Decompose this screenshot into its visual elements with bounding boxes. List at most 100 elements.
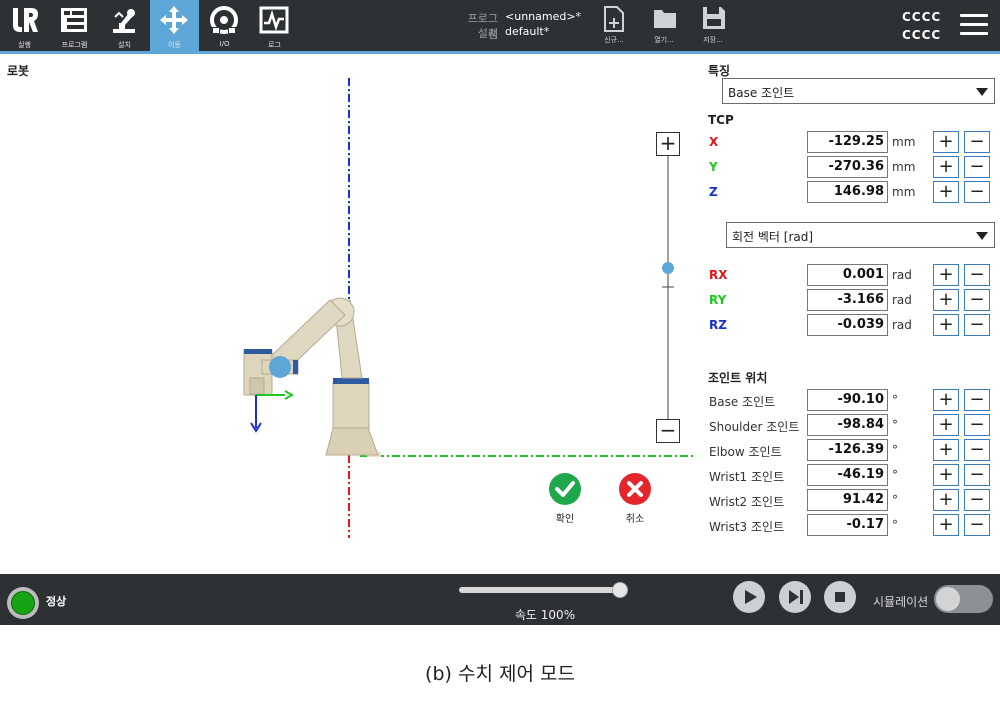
stop-button[interactable] <box>824 581 856 613</box>
installation-name: default* <box>505 25 550 38</box>
joint-label: Wrist1 조인트 <box>709 470 785 484</box>
tab-label: 로그 <box>268 41 281 49</box>
axis-label: Z <box>709 185 718 199</box>
tab-io[interactable]: I/O <box>200 0 249 51</box>
simulation-toggle-knob[interactable] <box>936 587 960 611</box>
tcp-z-field[interactable]: 146.98 <box>807 181 888 203</box>
joint-wrist3-row: Wrist3 조인트 -0.17 ° + − <box>708 514 995 536</box>
tcp-ry-plus-button[interactable]: + <box>933 289 959 311</box>
speed-slider-knob[interactable] <box>612 582 628 598</box>
tcp-rx-plus-button[interactable]: + <box>933 264 959 286</box>
robot-arm <box>243 297 381 457</box>
feature-select[interactable]: Base 조인트 <box>722 78 995 104</box>
joint-base-plus-button[interactable]: + <box>933 389 959 411</box>
unit-label: ° <box>892 518 898 532</box>
tcp-x-field[interactable]: -129.25 <box>807 131 888 153</box>
step-button[interactable] <box>779 581 811 613</box>
tab-move[interactable]: 이동 <box>150 0 199 51</box>
tcp-title: TCP <box>708 113 734 127</box>
tcp-rz-minus-button[interactable]: − <box>964 314 990 336</box>
joint-elbow-plus-button[interactable]: + <box>933 439 959 461</box>
tcp-rx-field[interactable]: 0.001 <box>807 264 888 286</box>
joint-shoulder-minus-button[interactable]: − <box>964 414 990 436</box>
speed-slider[interactable] <box>459 587 622 593</box>
tab-label: 프로그램 <box>61 41 88 49</box>
joint-shoulder-field[interactable]: -98.84 <box>807 414 888 436</box>
tcp-rz-field[interactable]: -0.039 <box>807 314 888 336</box>
io-icon <box>210 6 238 34</box>
installation-label: 설치 <box>477 27 498 40</box>
unit-label: rad <box>892 268 912 282</box>
ok-button[interactable]: 확인 <box>540 473 590 525</box>
rotation-select[interactable]: 회전 벡터 [rad] <box>726 222 995 248</box>
tcp-y-plus-button[interactable]: + <box>933 156 959 178</box>
feature-select-value: Base 조인트 <box>728 86 795 100</box>
unit-label: ° <box>892 493 898 507</box>
tcp-rx-minus-button[interactable]: − <box>964 264 990 286</box>
axis-label: Y <box>709 160 718 174</box>
joint-base-field[interactable]: -90.10 <box>807 389 888 411</box>
top-right-text-1: CCCC <box>902 10 942 24</box>
joint-wrist3-plus-button[interactable]: + <box>933 514 959 536</box>
joint-label: Elbow 조인트 <box>709 445 782 459</box>
toolbar-accent-line <box>0 51 1000 54</box>
zoom-in-button[interactable]: + <box>656 132 680 156</box>
joint-label: Wrist2 조인트 <box>709 495 785 509</box>
joint-wrist3-field[interactable]: -0.17 <box>807 514 888 536</box>
hamburger-menu-icon[interactable] <box>958 12 990 38</box>
tcp-z-minus-button[interactable]: − <box>964 181 990 203</box>
tcp-z-row: Z 146.98 mm + − <box>708 181 995 203</box>
joint-wrist2-minus-button[interactable]: − <box>964 489 990 511</box>
play-button[interactable] <box>733 581 765 613</box>
tab-label: I/O <box>219 40 230 48</box>
cancel-label: 취소 <box>625 514 645 525</box>
tcp-z-plus-button[interactable]: + <box>933 181 959 203</box>
tcp-x-minus-button[interactable]: − <box>964 131 990 153</box>
ur-logo-icon <box>13 8 38 32</box>
play-icon <box>745 590 757 604</box>
tcp-marker <box>269 356 291 378</box>
joint-elbow-field[interactable]: -126.39 <box>807 439 888 461</box>
tab-label: 실행 <box>18 41 31 49</box>
program-name: <unnamed>* <box>505 10 582 23</box>
folder-icon <box>654 10 676 28</box>
new-file-button[interactable]: 신규... <box>590 0 638 51</box>
joint-wrist1-plus-button[interactable]: + <box>933 464 959 486</box>
tcp-y-minus-button[interactable]: − <box>964 156 990 178</box>
tcp-ry-field[interactable]: -3.166 <box>807 289 888 311</box>
simulation-label: 시뮬레이션 <box>873 595 929 609</box>
joint-wrist1-field[interactable]: -46.19 <box>807 464 888 486</box>
joint-wrist1-minus-button[interactable]: − <box>964 464 990 486</box>
joint-wrist2-plus-button[interactable]: + <box>933 489 959 511</box>
joint-elbow-minus-button[interactable]: − <box>964 439 990 461</box>
joint-shoulder-plus-button[interactable]: + <box>933 414 959 436</box>
tcp-y-field[interactable]: -270.36 <box>807 156 888 178</box>
joint-wrist2-field[interactable]: 91.42 <box>807 489 888 511</box>
save-file-button[interactable]: 저장... <box>689 0 737 51</box>
tcp-ry-minus-button[interactable]: − <box>964 289 990 311</box>
zoom-out-button[interactable]: − <box>656 419 680 443</box>
tab-installation[interactable]: 설치 <box>100 0 149 51</box>
joint-base-minus-button[interactable]: − <box>964 389 990 411</box>
check-icon <box>549 473 581 505</box>
joint-label: Wrist3 조인트 <box>709 520 785 534</box>
unit-label: mm <box>892 135 916 149</box>
stop-icon <box>835 592 845 602</box>
joint-label: Base 조인트 <box>709 395 776 409</box>
tab-run[interactable]: 실행 <box>0 0 49 51</box>
cancel-button[interactable]: 취소 <box>610 473 660 525</box>
tab-program[interactable]: 프로그램 <box>50 0 99 51</box>
joint-wrist2-row: Wrist2 조인트 91.42 ° + − <box>708 489 995 511</box>
robot-3d-view[interactable] <box>0 55 700 570</box>
speed-label: 속도 100% <box>514 608 576 622</box>
tcp-x-plus-button[interactable]: + <box>933 131 959 153</box>
axis-label: RY <box>709 293 727 307</box>
unit-label: ° <box>892 468 898 482</box>
unit-label: rad <box>892 293 912 307</box>
tab-log[interactable]: 로그 <box>250 0 299 51</box>
tcp-rz-plus-button[interactable]: + <box>933 314 959 336</box>
open-file-button[interactable]: 열기... <box>640 0 688 51</box>
top-toolbar: 실행 프로그램 설치 이동 I/O 로그 프로그램 <unnamed>* 설치 … <box>0 0 1000 51</box>
top-right-text-2: CCCC <box>902 28 942 42</box>
joint-wrist3-minus-button[interactable]: − <box>964 514 990 536</box>
